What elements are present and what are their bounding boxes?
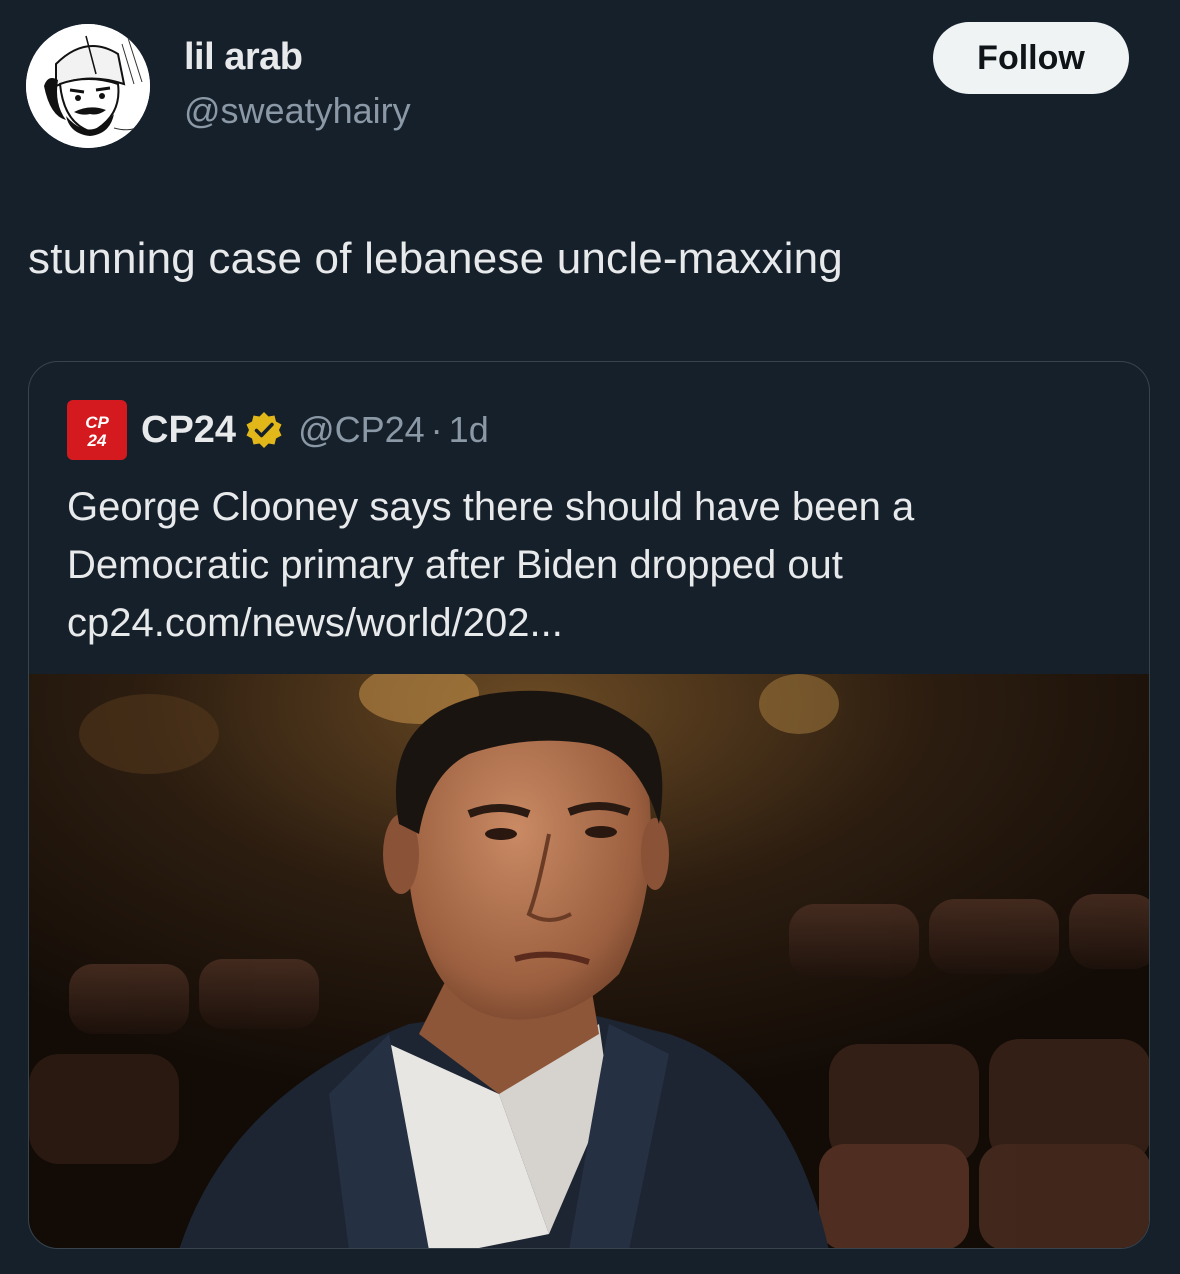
quote-tweet-card[interactable]: CP 24 CP24 @CP24 · 1d George Clooney say… bbox=[28, 361, 1150, 1249]
quote-timestamp[interactable]: 1d bbox=[449, 409, 489, 451]
quote-text-line-1: George Clooney says there should have be… bbox=[67, 485, 915, 529]
author-handle[interactable]: @sweatyhairy bbox=[184, 90, 411, 132]
quote-media-image[interactable] bbox=[29, 674, 1149, 1248]
quote-header: CP 24 CP24 @CP24 · 1d bbox=[67, 400, 489, 460]
tweet-text: stunning case of lebanese uncle-maxxing bbox=[28, 234, 843, 283]
avatar[interactable] bbox=[26, 24, 150, 148]
quote-text-line-2: Democratic primary after Biden dropped o… bbox=[67, 543, 843, 587]
portrait-photo bbox=[29, 674, 1149, 1248]
verified-badge-icon bbox=[246, 412, 282, 448]
separator-dot: · bbox=[430, 409, 443, 450]
author-name[interactable]: lil arab bbox=[184, 36, 303, 79]
quote-link[interactable]: cp24.com/news/world/202... bbox=[67, 594, 1107, 652]
sketch-avatar-icon bbox=[26, 24, 150, 148]
quote-body: George Clooney says there should have be… bbox=[67, 478, 1107, 652]
cp24-logo[interactable]: CP 24 bbox=[67, 400, 127, 460]
follow-button[interactable]: Follow bbox=[933, 22, 1129, 94]
quote-author-name[interactable]: CP24 bbox=[141, 409, 236, 452]
logo-text-top: CP bbox=[85, 413, 109, 432]
logo-text-bottom: 24 bbox=[87, 431, 107, 450]
quote-author-handle[interactable]: @CP24 bbox=[298, 409, 425, 451]
